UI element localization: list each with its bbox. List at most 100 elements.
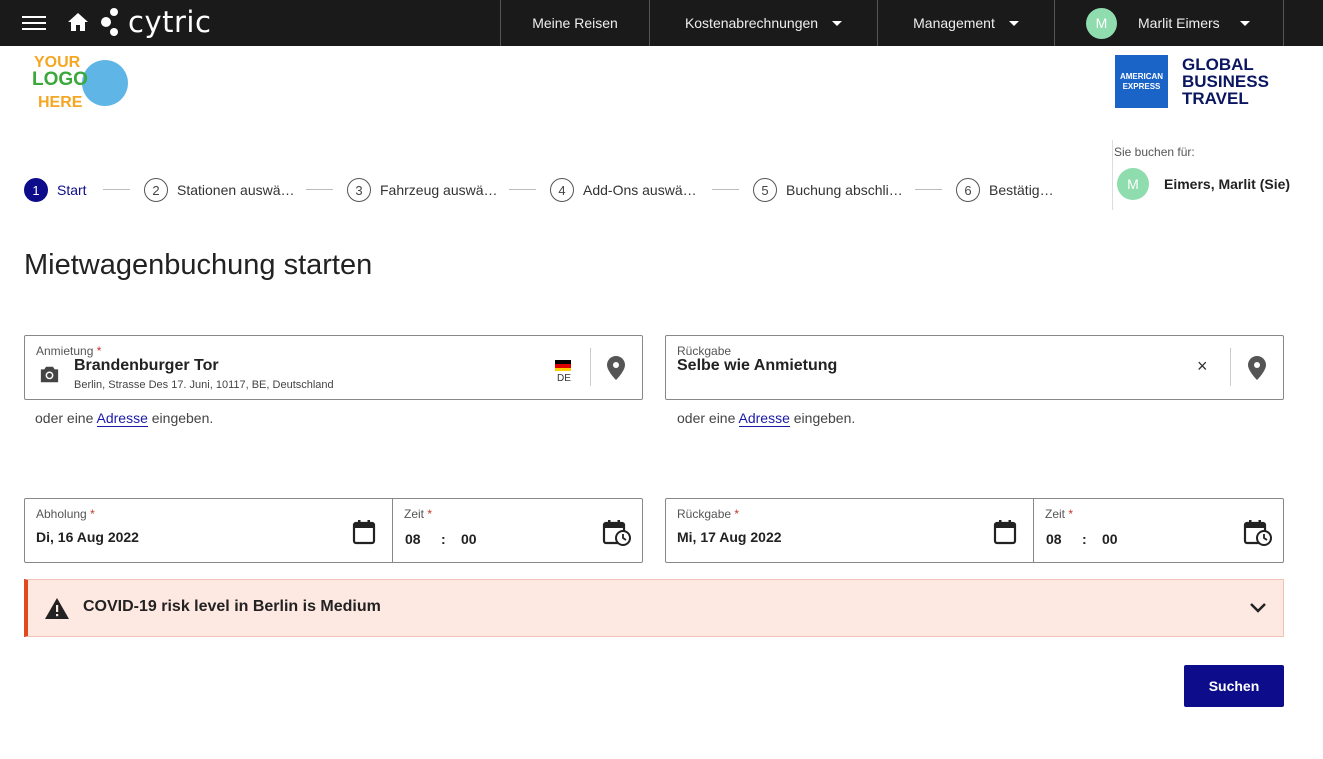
field-divider bbox=[1230, 348, 1231, 386]
search-button[interactable]: Suchen bbox=[1184, 665, 1284, 707]
step-connector bbox=[712, 189, 739, 190]
label-text: Zeit bbox=[404, 507, 425, 521]
return-date-field[interactable]: Rückgabe * Mi, 17 Aug 2022 bbox=[666, 499, 1033, 562]
menu-icon[interactable] bbox=[22, 13, 46, 33]
camera-icon bbox=[40, 366, 59, 383]
amex-line: TRAVEL bbox=[1182, 89, 1249, 108]
return-time-field[interactable]: Zeit * 08 : 00 bbox=[1034, 499, 1284, 562]
step-number: 3 bbox=[347, 178, 371, 202]
caret-down-icon bbox=[832, 20, 843, 26]
return-date-value: Mi, 17 Aug 2022 bbox=[677, 529, 782, 545]
field-label: Abholung * bbox=[36, 507, 95, 521]
step-buchung[interactable]: 5 Buchung abschli… bbox=[753, 178, 903, 202]
address-link[interactable]: Adresse bbox=[96, 410, 148, 427]
nav-meine-reisen[interactable]: Meine Reisen bbox=[500, 0, 649, 46]
pickup-datetime-group: Abholung * Di, 16 Aug 2022 Zeit * 08 : 0… bbox=[24, 498, 643, 563]
hint-text: eingeben. bbox=[793, 410, 856, 426]
field-label: Zeit * bbox=[404, 507, 432, 521]
pickup-time-field[interactable]: Zeit * 08 : 00 bbox=[393, 499, 643, 562]
nav-kostenabrechnungen[interactable]: Kostenabrechnungen bbox=[649, 0, 877, 46]
hint-text: eingeben. bbox=[151, 410, 214, 426]
clear-icon[interactable]: × bbox=[1197, 356, 1208, 377]
calendar-clock-icon[interactable] bbox=[1243, 519, 1273, 547]
germany-flag-icon bbox=[555, 360, 571, 371]
amex-box-line: AMERICAN bbox=[1119, 71, 1164, 81]
label-text: Abholung bbox=[36, 507, 87, 521]
step-label: Bestätig… bbox=[989, 182, 1054, 198]
time-colon: : bbox=[441, 531, 446, 547]
pickup-date-value: Di, 16 Aug 2022 bbox=[36, 529, 139, 545]
user-menu[interactable]: M Marlit Eimers bbox=[1054, 0, 1284, 46]
brand-name: cytric bbox=[128, 5, 212, 39]
location-pin-icon[interactable] bbox=[1248, 356, 1266, 380]
time-colon: : bbox=[1082, 531, 1087, 547]
page-title: Mietwagenbuchung starten bbox=[24, 249, 373, 281]
required-marker: * bbox=[1068, 507, 1074, 521]
step-number: 1 bbox=[24, 178, 48, 202]
step-start[interactable]: 1 Start bbox=[24, 178, 87, 202]
pickup-hour[interactable]: 08 bbox=[405, 531, 421, 547]
calendar-icon[interactable] bbox=[352, 519, 376, 545]
required-marker: * bbox=[96, 344, 102, 358]
step-addons[interactable]: 4 Add-Ons auswä… bbox=[550, 178, 697, 202]
booking-for-label: Sie buchen für: bbox=[1114, 145, 1195, 159]
nav-label: Kostenabrechnungen bbox=[684, 15, 819, 31]
traveler-name: Eimers, Marlit (Sie) bbox=[1164, 176, 1291, 192]
hint-text: oder eine bbox=[677, 410, 736, 426]
return-hour[interactable]: 08 bbox=[1046, 531, 1062, 547]
return-minute[interactable]: 00 bbox=[1102, 531, 1118, 547]
covid-alert[interactable]: COVID-19 risk level in Berlin is Medium bbox=[24, 579, 1284, 637]
amex-gbt-logo: AMERICAN EXPRESS GLOBAL BUSINESS TRAVEL bbox=[1112, 55, 1287, 110]
address-link[interactable]: Adresse bbox=[738, 410, 790, 427]
step-number: 5 bbox=[753, 178, 777, 202]
label-text: Rückgabe bbox=[677, 507, 732, 521]
return-location-value: Selbe wie Anmietung bbox=[677, 357, 838, 374]
calendar-icon[interactable] bbox=[993, 519, 1017, 545]
covid-alert-text: COVID-19 risk level in Berlin is Medium bbox=[83, 598, 381, 615]
nav-label: Management bbox=[913, 15, 995, 31]
step-bestaetigung[interactable]: 6 Bestätig… bbox=[956, 178, 1054, 202]
step-fahrzeug[interactable]: 3 Fahrzeug auswä… bbox=[347, 178, 498, 202]
field-divider bbox=[590, 348, 591, 386]
nav-management[interactable]: Management bbox=[877, 0, 1054, 46]
amex-line: BUSINESS bbox=[1182, 72, 1269, 91]
amex-box: AMERICAN EXPRESS bbox=[1115, 55, 1168, 108]
pickup-address-hint: oder eine Adresse eingeben. bbox=[35, 410, 214, 427]
calendar-clock-icon[interactable] bbox=[602, 519, 632, 547]
country-code: DE bbox=[557, 373, 571, 384]
caret-down-icon bbox=[1239, 20, 1250, 26]
home-icon[interactable] bbox=[66, 11, 90, 33]
field-label: Anmietung * bbox=[36, 344, 101, 358]
step-connector bbox=[915, 189, 942, 190]
step-stationen[interactable]: 2 Stationen auswä… bbox=[144, 178, 295, 202]
field-label: Rückgabe bbox=[677, 344, 732, 358]
amex-wordmark: GLOBAL BUSINESS TRAVEL bbox=[1182, 56, 1269, 107]
required-marker: * bbox=[427, 507, 433, 521]
pickup-minute[interactable]: 00 bbox=[461, 531, 477, 547]
avatar: M bbox=[1117, 168, 1149, 200]
step-connector bbox=[103, 189, 130, 190]
pickup-location-value: Brandenburger Tor bbox=[74, 357, 219, 374]
avatar: M bbox=[1086, 7, 1117, 39]
hint-text: oder eine bbox=[35, 410, 94, 426]
required-marker: * bbox=[90, 507, 95, 521]
step-connector bbox=[509, 189, 536, 190]
step-label: Add-Ons auswä… bbox=[583, 182, 697, 198]
pickup-address: Berlin, Strasse Des 17. Juni, 10117, BE,… bbox=[74, 379, 334, 391]
label-text: Anmietung bbox=[36, 344, 94, 358]
field-label: Zeit * bbox=[1045, 507, 1073, 521]
required-marker: * bbox=[734, 507, 740, 521]
pickup-location-field[interactable]: Anmietung * Brandenburger Tor Berlin, St… bbox=[24, 335, 643, 400]
step-label: Buchung abschli… bbox=[786, 182, 903, 198]
cytric-logo[interactable]: cytric bbox=[100, 5, 211, 39]
logo-text-here: HERE bbox=[38, 94, 83, 111]
step-label: Start bbox=[57, 182, 87, 198]
pickup-date-field[interactable]: Abholung * Di, 16 Aug 2022 bbox=[25, 499, 392, 562]
chevron-down-icon[interactable] bbox=[1249, 602, 1267, 614]
step-number: 4 bbox=[550, 178, 574, 202]
logo-text-logo: LOGO bbox=[32, 69, 88, 90]
booking-for-user[interactable]: M Eimers, Marlit (Sie) bbox=[1117, 168, 1290, 200]
return-location-field[interactable]: Rückgabe Selbe wie Anmietung × bbox=[665, 335, 1284, 400]
location-pin-icon[interactable] bbox=[607, 356, 625, 380]
nav-label: Meine Reisen bbox=[532, 15, 618, 31]
